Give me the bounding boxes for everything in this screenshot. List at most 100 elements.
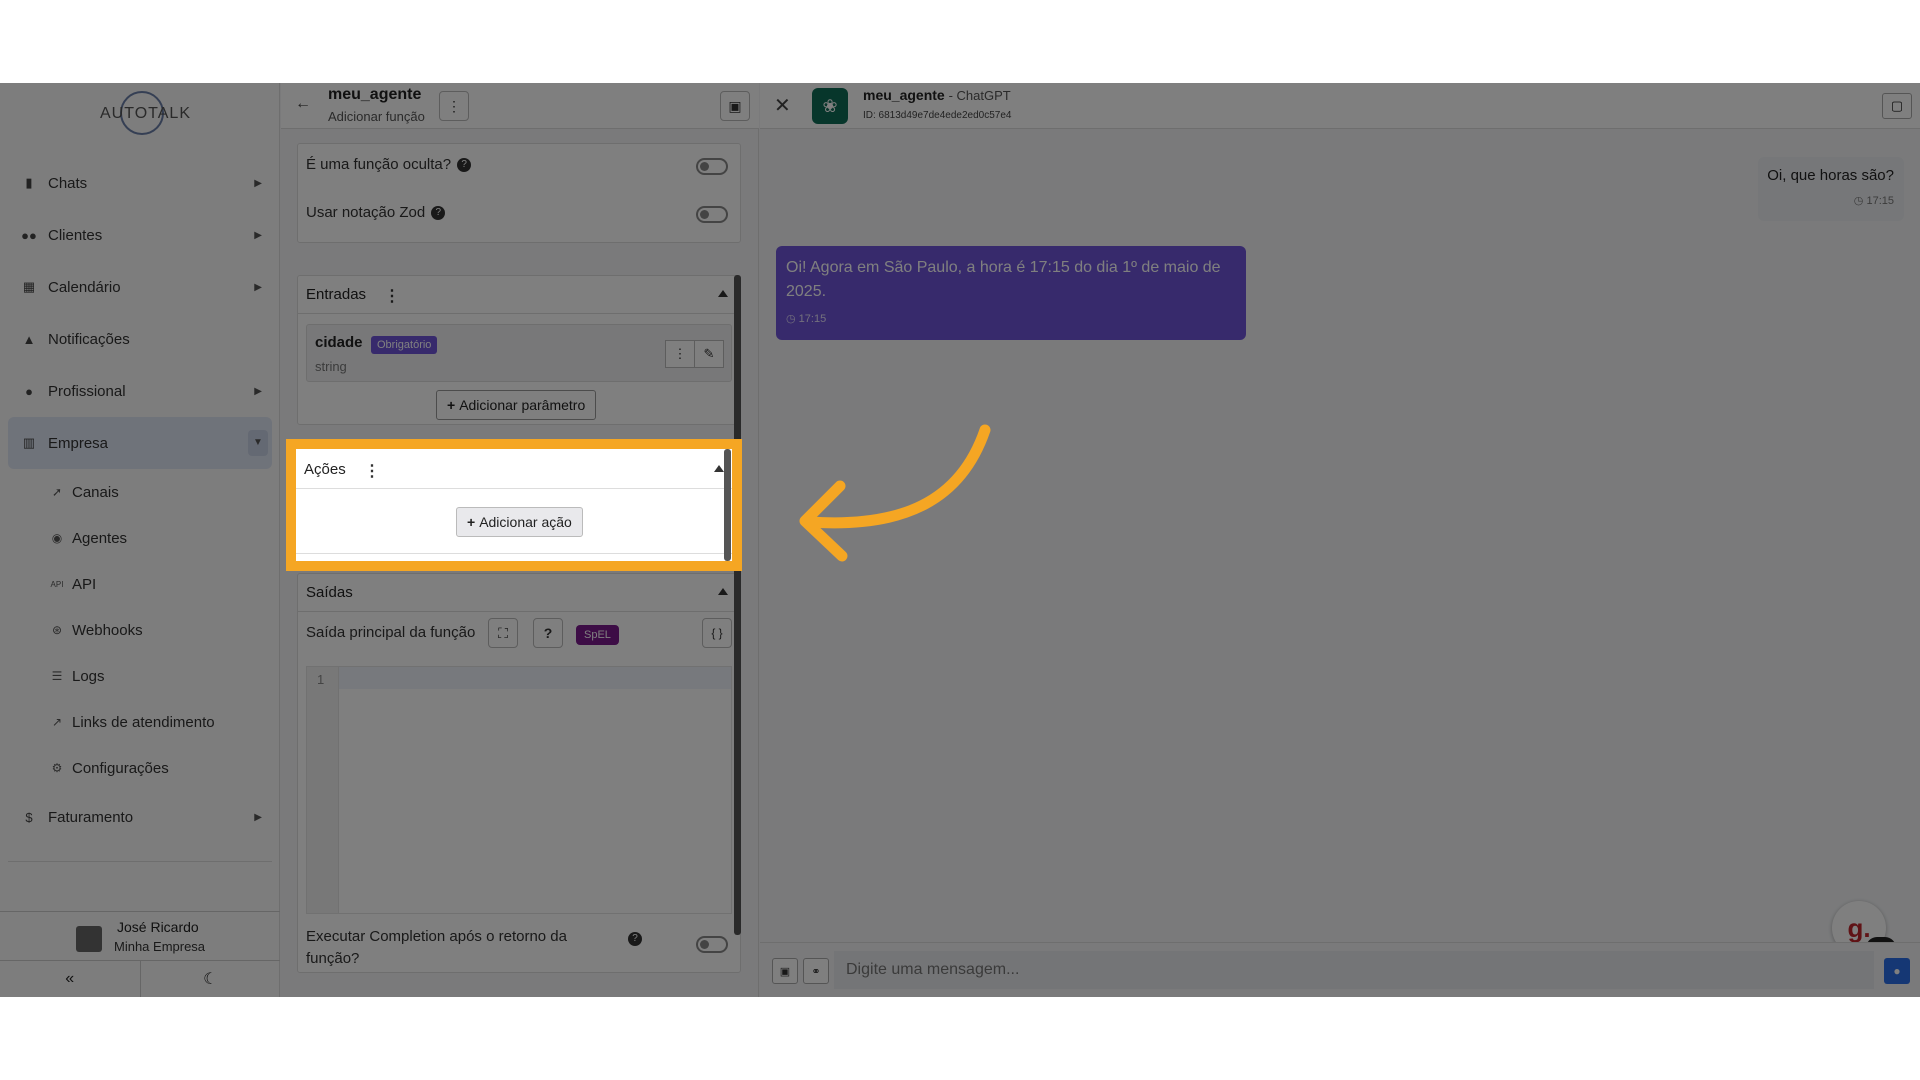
editor-subtitle: Adicionar função (328, 109, 425, 124)
moon-icon: ☾ (203, 971, 218, 988)
back-arrow-icon[interactable]: ← (295, 95, 311, 113)
kebab-icon[interactable]: ⋮ (364, 461, 380, 481)
sidebar-subitem-webhooks[interactable]: ⊛ Webhooks (8, 607, 272, 653)
param-edit-button[interactable]: ✎ (694, 340, 724, 368)
chevron-right-icon: ▶ (254, 385, 262, 397)
zod-toggle[interactable] (696, 206, 728, 223)
code-editor[interactable]: 1 (306, 666, 732, 914)
caret-up-icon[interactable] (718, 290, 728, 297)
user-profile[interactable]: José Ricardo Minha Empresa (0, 911, 280, 959)
caret-up-icon[interactable] (714, 465, 724, 472)
g-logo-icon: g. (1847, 912, 1871, 943)
sidebar-subitem-agentes[interactable]: ◉ Agentes (8, 515, 272, 561)
message-input[interactable] (834, 951, 1874, 989)
sidebar-subitem-api[interactable]: API API (8, 561, 272, 607)
sidebar-item-empresa[interactable]: ▥ Empresa ▼ (8, 417, 272, 469)
attach-button[interactable]: ⚭ (803, 958, 829, 984)
sidebar-subitem-canais[interactable]: ➚ Canais (8, 469, 272, 515)
sidebar-item-profissional[interactable]: ● Profissional ▶ (8, 365, 272, 417)
help-button[interactable]: ? (533, 618, 563, 648)
code-button[interactable]: { } (702, 618, 732, 648)
help-icon[interactable]: ? (628, 932, 642, 946)
sidebar-subitem-label: Configurações (72, 759, 169, 777)
agent-name: meu_agente (863, 87, 945, 103)
sidebar-footer: « ☾ (0, 960, 280, 997)
editor-header: ← meu_agente Adicionar função ⋮ ▣ (281, 83, 759, 129)
message-time: ◷ 17:15 (786, 313, 827, 325)
webhook-icon: ⊛ (51, 623, 63, 637)
chevron-right-icon: ▶ (254, 281, 262, 293)
kebab-icon: ⋮ (447, 97, 461, 114)
caret-up-icon[interactable] (718, 588, 728, 595)
plus-icon: + (447, 397, 456, 413)
param-menu-button[interactable]: ⋮ (665, 340, 695, 368)
kebab-icon[interactable]: ⋮ (384, 286, 400, 306)
bot-message: Oi! Agora em São Paulo, a hora é 17:15 d… (776, 246, 1246, 340)
outputs-card: Saídas Saída principal da função ⛶ ? SpE… (297, 573, 741, 973)
fullscreen-button[interactable]: ⛶ (488, 618, 518, 648)
inputs-header[interactable]: Entradas ⋮ (298, 276, 740, 314)
chevron-down-icon[interactable]: ▼ (248, 430, 268, 456)
scrollbar[interactable] (734, 275, 741, 935)
sidebar-subitem-label: Links de atendimento (72, 713, 215, 731)
pencil-icon: ✎ (703, 346, 715, 361)
sidebar-subitem-label: Webhooks (72, 621, 143, 639)
list-icon: ☰ (51, 669, 63, 683)
camera-button[interactable]: ▣ (772, 958, 798, 984)
outputs-title: Saídas (306, 584, 353, 601)
chevron-right-icon: ▶ (254, 177, 262, 189)
line-gutter: 1 (307, 667, 339, 913)
sidebar-subitem-configuracoes[interactable]: ⚙ Configurações (8, 745, 272, 791)
editor-menu-button[interactable]: ⋮ (439, 91, 469, 121)
building-icon: ▥ (22, 435, 36, 450)
sidebar-subitem-links[interactable]: ↗ Links de atendimento (8, 699, 272, 745)
spel-badge[interactable]: SpEL (576, 625, 619, 645)
user-message: Oi, que horas são? ◷ 17:15 (1758, 157, 1904, 221)
sidebar-item-notificacoes[interactable]: ▲ Notificações (8, 313, 272, 365)
sidebar-subitem-label: API (72, 575, 97, 593)
add-action-button[interactable]: + Adicionar ação (456, 507, 583, 537)
message-time: ◷ 17:15 (1853, 195, 1894, 207)
actions-card: Ações ⋮ + Adicionar ação (296, 449, 732, 561)
completion-toggle[interactable] (696, 936, 728, 953)
inputs-title: Entradas (306, 286, 367, 303)
sidebar-item-calendario[interactable]: ▦ Calendário ▶ (8, 261, 272, 313)
sidebar: AUTOTALK ▮ Chats ▶ ●● Clientes ▶ ▦ Calen… (0, 83, 280, 997)
logo: AUTOTALK (100, 91, 190, 137)
sidebar-item-label: Chats (48, 174, 88, 192)
mic-button[interactable]: ● (1884, 958, 1910, 984)
actions-header[interactable]: Ações ⋮ (296, 449, 732, 489)
chat-title: meu_agente - ChatGPT (863, 87, 1011, 103)
sidebar-item-label: Clientes (48, 226, 103, 244)
divider (8, 861, 272, 862)
sidebar-item-faturamento[interactable]: $ Faturamento ▶ (8, 791, 272, 843)
sidebar-item-label: Calendário (48, 278, 121, 296)
trash-icon: ▢ (1890, 98, 1904, 113)
close-icon[interactable]: ✕ (774, 93, 791, 118)
help-icon[interactable]: ? (457, 158, 472, 173)
sidebar-item-label: Profissional (48, 382, 126, 400)
sidebar-item-chats[interactable]: ▮ Chats ▶ (8, 157, 272, 209)
kebab-icon: ⋮ (673, 346, 687, 361)
delete-chat-button[interactable]: ▢ (1882, 93, 1912, 119)
sidebar-subitem-logs[interactable]: ☰ Logs (8, 653, 272, 699)
external-link-icon: ↗ (51, 715, 63, 729)
add-param-button[interactable]: + Adicionar parâmetro (436, 390, 597, 420)
scrollbar[interactable] (724, 449, 731, 561)
sidebar-subitem-label: Canais (72, 483, 119, 501)
outputs-header[interactable]: Saídas (298, 574, 740, 612)
help-icon[interactable]: ? (431, 206, 446, 221)
save-button[interactable]: ▣ (720, 91, 750, 121)
sidebar-item-clientes[interactable]: ●● Clientes ▶ (8, 209, 272, 261)
expand-icon: ⛶ (498, 624, 508, 641)
collapse-sidebar-button[interactable]: « (0, 961, 141, 997)
dark-mode-button[interactable]: ☾ (141, 961, 281, 997)
bell-icon: ▲ (22, 331, 36, 347)
dollar-icon: $ (25, 809, 33, 825)
chevron-right-icon: ▶ (254, 811, 262, 823)
user-name: José Ricardo (117, 919, 199, 935)
hidden-function-toggle[interactable] (696, 158, 728, 175)
sidebar-item-label: Notificações (48, 330, 130, 348)
sidebar-nav: ▮ Chats ▶ ●● Clientes ▶ ▦ Calendário ▶ ▲… (8, 157, 272, 843)
add-action-label: Adicionar ação (479, 514, 572, 530)
